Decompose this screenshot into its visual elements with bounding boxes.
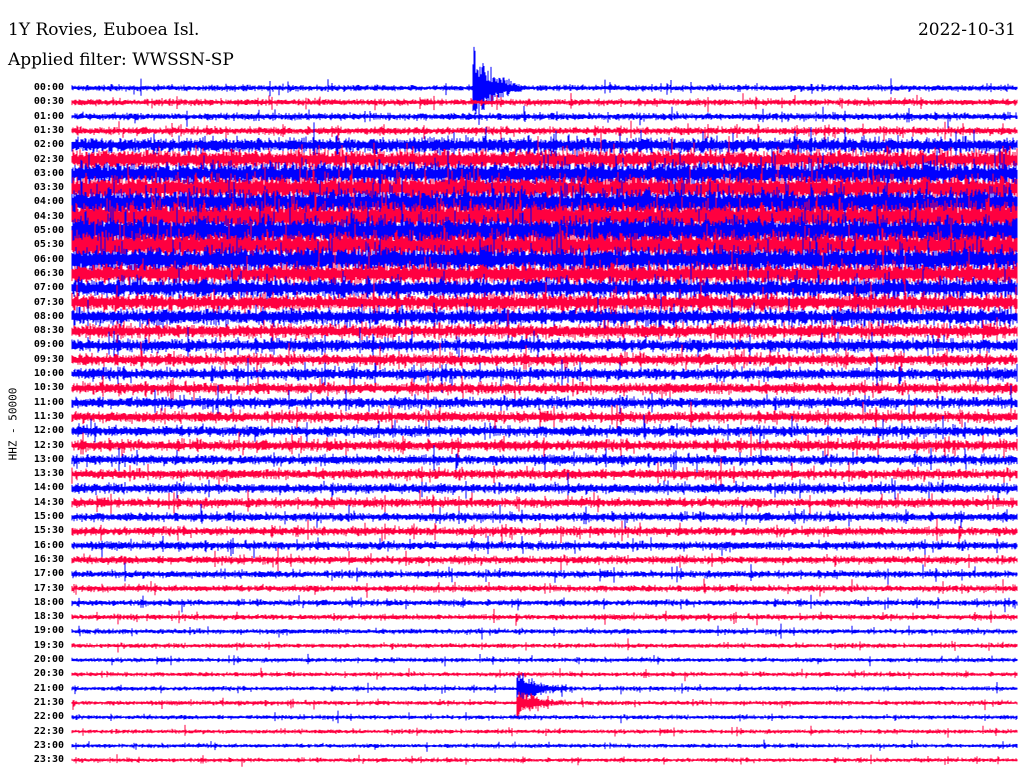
trace-row-0000 [71, 46, 1018, 125]
time-tick-label: 23:00 [33, 739, 64, 751]
trace-row-1630 [71, 547, 1018, 572]
time-tick-label: 07:00 [33, 282, 64, 294]
y-axis-label: HHZ - 50000 [6, 387, 20, 461]
time-tick-label: 08:30 [33, 325, 64, 337]
time-tick-label: 20:00 [33, 654, 64, 665]
time-tick-label: 10:30 [33, 382, 64, 394]
trace-row-2300 [71, 739, 1018, 752]
time-tick-label: 14:00 [33, 482, 64, 494]
time-tick-label: 03:30 [33, 182, 64, 194]
trace-row-1500 [71, 503, 1018, 531]
time-tick-label: 02:30 [33, 153, 64, 165]
trace-row-0030 [71, 93, 1018, 112]
time-tick-label: 01:30 [33, 124, 64, 136]
time-tick-label: 16:00 [33, 539, 64, 551]
time-tick-label: 05:00 [33, 225, 64, 236]
trace-row-2200 [71, 710, 1018, 724]
trace-row-1900 [71, 623, 1018, 640]
time-tick-label: 22:00 [33, 711, 64, 723]
time-tick-label: 00:30 [33, 96, 64, 108]
trace-row-1800 [71, 594, 1018, 613]
time-tick-label: 11:30 [33, 410, 64, 422]
time-tick-label: 08:00 [33, 310, 64, 322]
trace-row-1430 [71, 489, 1018, 517]
time-tick-label: 07:30 [33, 296, 64, 308]
time-tick-label: 14:30 [33, 496, 64, 508]
time-tick-label: 15:00 [33, 511, 64, 522]
time-tick-label: 17:30 [33, 582, 64, 594]
time-tick-label: 13:00 [33, 453, 64, 465]
time-tick-label: 03:00 [33, 167, 64, 179]
time-tick-label: 20:30 [33, 668, 64, 680]
trace-row-1700 [71, 562, 1018, 585]
time-tick-label: 04:30 [33, 210, 64, 222]
time-tick-label: 06:30 [33, 267, 64, 279]
time-tick-label: 05:30 [33, 239, 64, 251]
time-tick-label: 09:30 [33, 353, 64, 365]
trace-row-1530 [71, 518, 1018, 546]
time-tick-label: 12:30 [33, 439, 64, 451]
time-tick-label: 02:00 [33, 139, 64, 151]
time-tick-label: 10:00 [33, 368, 64, 379]
trace-row-2030 [71, 667, 1018, 682]
trace-row-1830 [71, 608, 1018, 626]
time-tick-label: 09:00 [33, 339, 64, 351]
time-tick-label: 00:00 [33, 82, 64, 93]
time-tick-label: 19:00 [33, 625, 64, 637]
trace-row-2230 [71, 724, 1018, 738]
time-tick-label: 06:00 [33, 253, 64, 265]
time-tick-label: 16:30 [33, 553, 64, 565]
trace-row-2330 [71, 754, 1018, 767]
trace-row-1600 [71, 535, 1018, 560]
time-tick-label: 23:30 [33, 754, 64, 766]
trace-row-0100 [71, 105, 1018, 128]
time-tick-label: 21:30 [33, 696, 64, 708]
time-tick-label: 18:00 [33, 596, 64, 608]
time-tick-label: 22:30 [33, 725, 64, 737]
time-tick-label: 17:00 [33, 568, 64, 580]
helicorder-plot [71, 46, 1018, 767]
time-tick-label: 04:00 [33, 196, 64, 208]
time-tick-label: 15:30 [33, 525, 64, 537]
time-tick-label: 01:00 [33, 110, 64, 122]
trace-row-1930 [71, 638, 1018, 653]
time-tick-label: 12:00 [33, 425, 64, 437]
time-tick-label: 18:30 [33, 611, 64, 623]
time-tick-label: 19:30 [33, 639, 64, 651]
time-tick-label: 11:00 [33, 396, 64, 408]
trace-row-2130 [71, 691, 1018, 720]
trace-row-1730 [71, 578, 1018, 598]
trace-row-2000 [71, 653, 1018, 667]
time-tick-label: 13:30 [33, 468, 64, 480]
time-tick-label: 21:00 [33, 682, 64, 694]
